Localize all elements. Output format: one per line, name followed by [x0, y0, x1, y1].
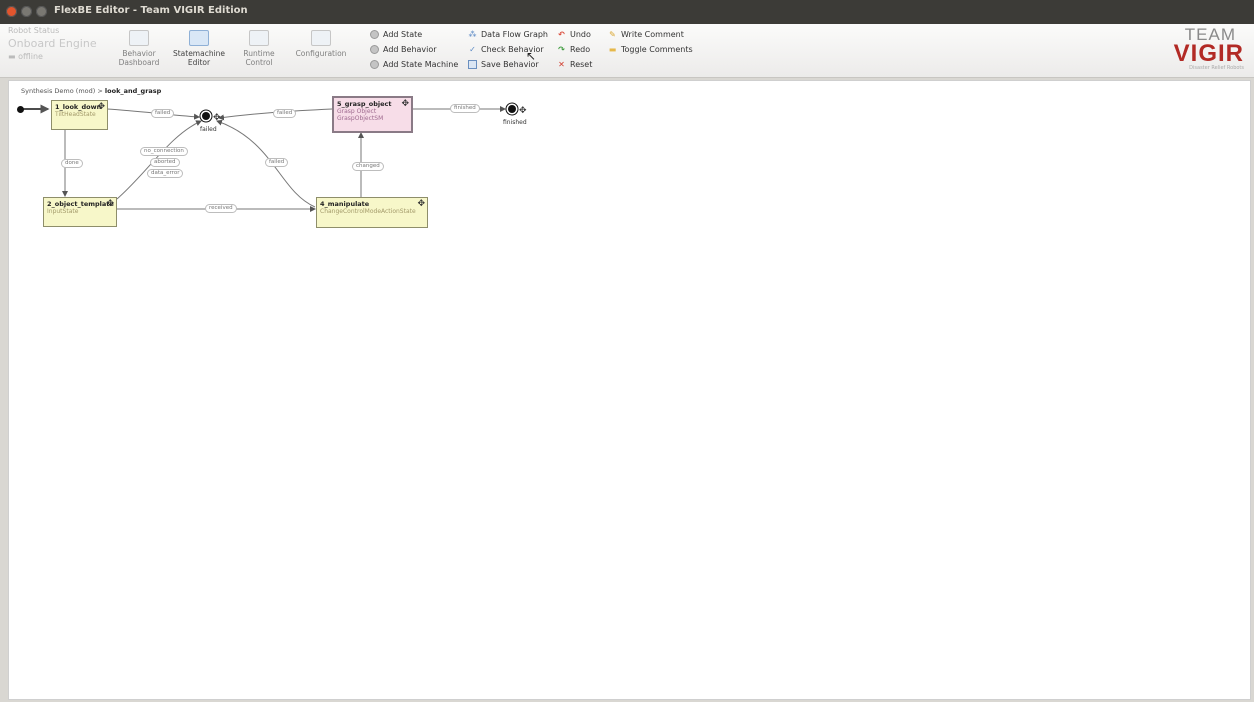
tab-configuration[interactable]: Configuration	[292, 28, 350, 72]
transition-label[interactable]: aborted	[150, 158, 180, 167]
initial-state-marker	[17, 106, 24, 113]
team-vigir-logo: TEAM VIGIR Disaster Relief Robots	[1156, 26, 1244, 74]
gear-icon	[370, 45, 379, 54]
redo-icon: ↷	[558, 45, 565, 54]
reset-icon: ✕	[558, 60, 565, 69]
state-object-template[interactable]: 2_object_template InputState ✥	[43, 197, 117, 227]
transition-label[interactable]: failed	[151, 109, 175, 118]
add-behavior-button[interactable]: Add Behavior	[370, 45, 437, 54]
tab-label: Runtime Control	[243, 49, 275, 67]
maximize-window-button[interactable]	[36, 6, 47, 17]
state-grasp-object[interactable]: 5_grasp_object Grasp Object GraspObjectS…	[332, 96, 413, 133]
graph-icon: ⁂	[468, 30, 477, 39]
state-name: 2_object_template	[47, 200, 114, 208]
transition-label[interactable]: data_error	[147, 169, 184, 178]
move-icon[interactable]: ✥	[401, 99, 409, 109]
state-manipulate[interactable]: 4_manipulate ChangeControlModeActionStat…	[316, 197, 428, 228]
state-class: InputState	[47, 208, 79, 215]
transition-label[interactable]: received	[205, 204, 237, 213]
minimize-window-button[interactable]	[21, 6, 32, 17]
configuration-icon	[311, 30, 331, 46]
mouse-cursor-icon: ↖	[526, 49, 537, 63]
move-icon[interactable]: ✥	[519, 106, 527, 116]
move-icon[interactable]: ✥	[106, 199, 114, 209]
write-comment-button[interactable]: ✎ Write Comment	[608, 30, 684, 39]
window-title: FlexBE Editor - Team VIGIR Edition	[54, 5, 248, 16]
transition-label[interactable]: changed	[352, 162, 384, 171]
tab-label: Behavior Dashboard	[118, 49, 160, 67]
close-window-button[interactable]	[6, 6, 17, 17]
transition-label[interactable]: failed	[265, 158, 289, 167]
save-icon	[468, 60, 477, 69]
move-icon[interactable]: ✥	[417, 199, 425, 209]
gear-icon	[370, 30, 379, 39]
robot-status-panel: Robot Status Onboard Engine ▬ offline	[8, 26, 103, 72]
transition-edges	[23, 104, 506, 212]
move-icon[interactable]: ✥	[213, 113, 221, 123]
connection-status-text: offline	[18, 52, 43, 61]
tab-behavior-dashboard[interactable]: Behavior Dashboard	[110, 28, 168, 72]
outcome-failed-label: failed	[200, 126, 217, 133]
onboard-engine-label: Onboard Engine	[8, 37, 97, 50]
statemachine-icon	[189, 30, 209, 46]
transition-label[interactable]: done	[61, 159, 83, 168]
window-controls	[6, 6, 47, 17]
outcome-finished[interactable]: ✥	[508, 105, 527, 116]
tab-label: Configuration	[295, 49, 347, 58]
add-state-machine-button[interactable]: Add State Machine	[370, 60, 458, 69]
check-icon: ✓	[469, 45, 476, 54]
data-flow-graph-button[interactable]: ⁂ Data Flow Graph	[468, 30, 549, 39]
comment-icon: ▬	[608, 45, 617, 54]
state-class: Grasp Object	[337, 108, 377, 115]
state-name: 5_grasp_object	[337, 100, 392, 108]
undo-icon: ↶	[558, 30, 565, 39]
logo-subtitle: Disaster Relief Robots	[1189, 65, 1244, 71]
state-class: TiltHeadState	[55, 111, 96, 118]
main-toolbar: Robot Status Onboard Engine ▬ offline Be…	[0, 24, 1254, 78]
pencil-icon: ✎	[609, 30, 616, 39]
redo-button[interactable]: ↷ Redo	[557, 45, 590, 54]
transition-label[interactable]: finished	[450, 104, 480, 113]
outcome-failed[interactable]: ✥	[202, 112, 221, 123]
outcome-marker	[202, 112, 210, 120]
window-titlebar: FlexBE Editor - Team VIGIR Edition	[0, 0, 1254, 24]
state-look-down[interactable]: 1_look_down TiltHeadState ✥	[51, 100, 108, 130]
state-class: ChangeControlModeActionState	[320, 208, 416, 215]
transition-label[interactable]: failed	[273, 109, 297, 118]
offline-icon: ▬	[8, 52, 16, 61]
dashboard-icon	[129, 30, 149, 46]
robot-status-title: Robot Status	[8, 26, 60, 35]
tab-statemachine-editor[interactable]: Statemachine Editor	[170, 28, 228, 72]
outcome-marker	[508, 105, 516, 113]
add-state-button[interactable]: Add State	[370, 30, 422, 39]
runtime-icon	[249, 30, 269, 46]
outcome-finished-label: finished	[503, 119, 527, 126]
statemachine-canvas[interactable]: Synthesis Demo (mod) > look_and_grasp 1_…	[8, 80, 1251, 700]
reset-button[interactable]: ✕ Reset	[557, 60, 592, 69]
gear-icon	[370, 60, 379, 69]
connection-status: ▬ offline	[8, 52, 103, 61]
state-class: GraspObjectSM	[337, 115, 384, 122]
toggle-comments-button[interactable]: ▬ Toggle Comments	[608, 45, 693, 54]
logo-vigir-text: VIGIR	[1173, 40, 1244, 67]
move-icon[interactable]: ✥	[97, 102, 105, 112]
transition-label[interactable]: no_connection	[140, 147, 188, 156]
state-name: 4_manipulate	[320, 200, 370, 208]
tab-runtime-control[interactable]: Runtime Control	[230, 28, 288, 72]
undo-button[interactable]: ↶ Undo	[557, 30, 591, 39]
tab-label: Statemachine Editor	[172, 49, 226, 67]
